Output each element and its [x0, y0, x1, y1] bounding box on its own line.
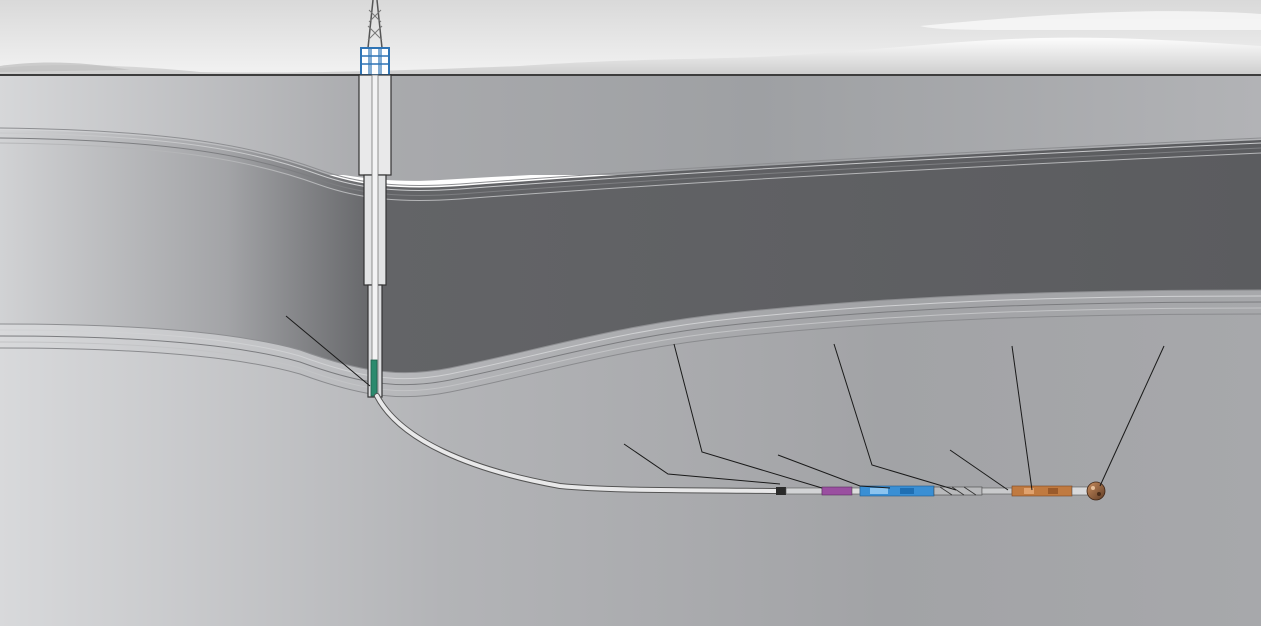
drill-pipe-joint: [776, 487, 786, 495]
blowout-preventer: [360, 47, 390, 76]
drill-bit: [1086, 481, 1106, 501]
horizontal-well-diagram: [0, 0, 1261, 626]
mwd-tool: [821, 486, 853, 496]
kickoff-assembly: [370, 359, 378, 397]
bit-sub: [1011, 485, 1073, 497]
sky: [0, 0, 1261, 75]
